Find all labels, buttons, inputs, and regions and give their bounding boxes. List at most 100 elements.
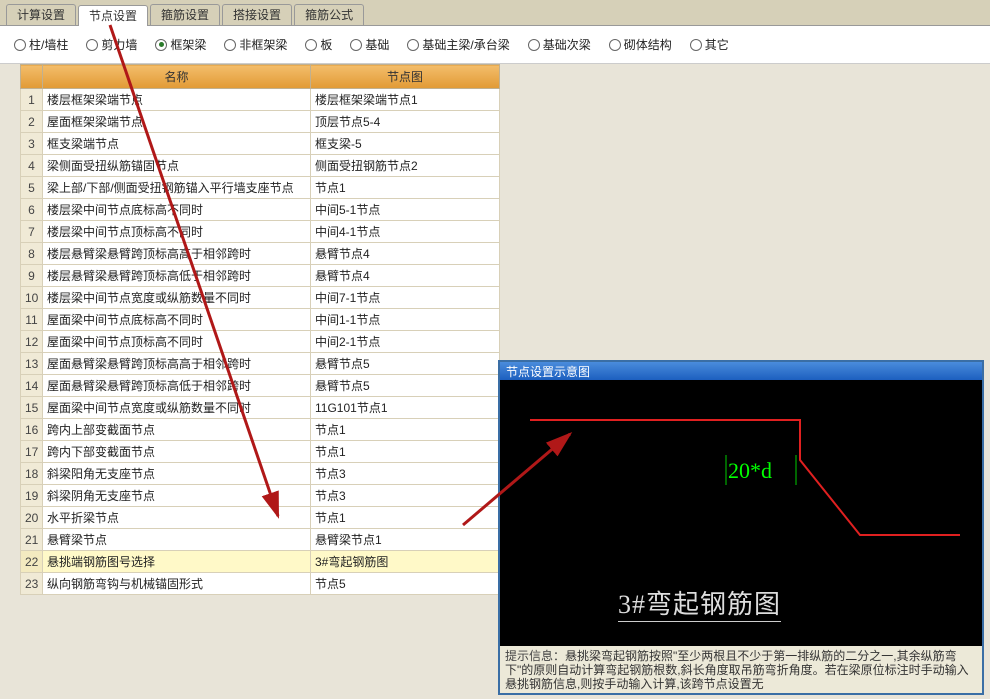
tab-3[interactable]: 搭接设置 — [222, 4, 292, 25]
row-number: 1 — [21, 89, 43, 111]
row-number: 3 — [21, 133, 43, 155]
radio-label: 其它 — [705, 36, 729, 53]
table-row[interactable]: 4梁侧面受扭纵筋锚固节点侧面受扭钢筋节点2 — [21, 155, 500, 177]
row-name-cell: 斜梁阳角无支座节点 — [43, 463, 311, 485]
row-name-cell: 楼层悬臂梁悬臂跨顶标高高于相邻跨时 — [43, 243, 311, 265]
table-row[interactable]: 15屋面梁中间节点宽度或纵筋数量不同时11G101节点1 — [21, 397, 500, 419]
table-row[interactable]: 9楼层悬臂梁悬臂跨顶标高低于相邻跨时悬臂节点4 — [21, 265, 500, 287]
radio-9[interactable]: 其它 — [690, 36, 729, 53]
radio-dot-icon — [14, 39, 26, 51]
row-name-cell: 屋面梁中间节点宽度或纵筋数量不同时 — [43, 397, 311, 419]
info-text: 悬挑梁弯起钢筋按照"至少两根且不少于第一排纵筋的二分之一,其余纵筋弯下"的原则自… — [505, 649, 969, 690]
radio-4[interactable]: 板 — [305, 36, 332, 53]
radio-6[interactable]: 基础主梁/承台梁 — [407, 36, 509, 53]
table-row[interactable]: 19斜梁阴角无支座节点节点3 — [21, 485, 500, 507]
row-diagram-cell: 节点1 — [311, 441, 500, 463]
table-row[interactable]: 6楼层梁中间节点底标高不同时中间5-1节点 — [21, 199, 500, 221]
row-number: 22 — [21, 551, 43, 573]
row-diagram-cell: 中间2-1节点 — [311, 331, 500, 353]
row-name-cell: 楼层框架梁端节点 — [43, 89, 311, 111]
row-number: 21 — [21, 529, 43, 551]
row-number: 13 — [21, 353, 43, 375]
row-diagram-cell: 3#弯起钢筋图 — [311, 551, 500, 573]
row-number: 15 — [21, 397, 43, 419]
table-row[interactable]: 2屋面框架梁端节点顶层节点5-4 — [21, 111, 500, 133]
radio-3[interactable]: 非框架梁 — [224, 36, 287, 53]
tab-0[interactable]: 计算设置 — [6, 4, 76, 25]
table-row[interactable]: 22悬挑端钢筋图号选择3#弯起钢筋图 — [21, 551, 500, 573]
table-row[interactable]: 20水平折梁节点节点1 — [21, 507, 500, 529]
row-number: 7 — [21, 221, 43, 243]
row-name-cell: 水平折梁节点 — [43, 507, 311, 529]
radio-dot-icon — [224, 39, 236, 51]
row-number: 17 — [21, 441, 43, 463]
radio-dot-icon — [350, 39, 362, 51]
table-row[interactable]: 11屋面梁中间节点底标高不同时中间1-1节点 — [21, 309, 500, 331]
table-row[interactable]: 3框支梁端节点框支梁-5 — [21, 133, 500, 155]
row-number: 23 — [21, 573, 43, 595]
row-diagram-cell: 中间5-1节点 — [311, 199, 500, 221]
row-diagram-cell: 节点3 — [311, 463, 500, 485]
radio-label: 基础 — [365, 36, 389, 53]
row-name-cell: 屋面悬臂梁悬臂跨顶标高高于相邻跨时 — [43, 353, 311, 375]
radio-0[interactable]: 柱/墙柱 — [14, 36, 68, 53]
preview-caption: 3#弯起钢筋图 — [618, 584, 781, 622]
table-row[interactable]: 21悬臂梁节点悬臂梁节点1 — [21, 529, 500, 551]
table-row[interactable]: 14屋面悬臂梁悬臂跨顶标高低于相邻跨时悬臂节点5 — [21, 375, 500, 397]
col-num-header — [21, 65, 43, 89]
row-number: 9 — [21, 265, 43, 287]
row-diagram-cell: 框支梁-5 — [311, 133, 500, 155]
tab-4[interactable]: 箍筋公式 — [294, 4, 364, 25]
row-number: 20 — [21, 507, 43, 529]
row-number: 6 — [21, 199, 43, 221]
table-row[interactable]: 13屋面悬臂梁悬臂跨顶标高高于相邻跨时悬臂节点5 — [21, 353, 500, 375]
radio-7[interactable]: 基础次梁 — [528, 36, 591, 53]
row-name-cell: 屋面框架梁端节点 — [43, 111, 311, 133]
info-label: 提示信息： — [505, 649, 565, 663]
table-row[interactable]: 1楼层框架梁端节点楼层框架梁端节点1 — [21, 89, 500, 111]
row-diagram-cell: 节点1 — [311, 419, 500, 441]
row-number: 8 — [21, 243, 43, 265]
node-table[interactable]: 名称 节点图 1楼层框架梁端节点楼层框架梁端节点12屋面框架梁端节点顶层节点5-… — [20, 64, 500, 595]
table-row[interactable]: 10楼层梁中间节点宽度或纵筋数量不同时中间7-1节点 — [21, 287, 500, 309]
row-name-cell: 楼层梁中间节点顶标高不同时 — [43, 221, 311, 243]
radio-dot-icon — [86, 39, 98, 51]
table-row[interactable]: 17跨内下部变截面节点节点1 — [21, 441, 500, 463]
tab-2[interactable]: 箍筋设置 — [150, 4, 220, 25]
table-row[interactable]: 16跨内上部变截面节点节点1 — [21, 419, 500, 441]
table-row[interactable]: 23纵向钢筋弯钩与机械锚固形式节点5 — [21, 573, 500, 595]
radio-label: 框架梁 — [170, 36, 206, 53]
row-diagram-cell: 节点3 — [311, 485, 500, 507]
row-diagram-cell: 节点1 — [311, 507, 500, 529]
table-row[interactable]: 8楼层悬臂梁悬臂跨顶标高高于相邻跨时悬臂节点4 — [21, 243, 500, 265]
row-name-cell: 屋面悬臂梁悬臂跨顶标高低于相邻跨时 — [43, 375, 311, 397]
tab-1[interactable]: 节点设置 — [78, 5, 148, 26]
measure-label: 20*d — [728, 458, 772, 484]
table-row[interactable]: 7楼层梁中间节点顶标高不同时中间4-1节点 — [21, 221, 500, 243]
radio-label: 非框架梁 — [239, 36, 287, 53]
radio-dot-icon — [155, 39, 167, 51]
row-number: 16 — [21, 419, 43, 441]
row-number: 19 — [21, 485, 43, 507]
radio-dot-icon — [528, 39, 540, 51]
table-row[interactable]: 5梁上部/下部/侧面受扭钢筋锚入平行墙支座节点节点1 — [21, 177, 500, 199]
radio-8[interactable]: 砌体结构 — [609, 36, 672, 53]
table-row[interactable]: 18斜梁阳角无支座节点节点3 — [21, 463, 500, 485]
row-number: 14 — [21, 375, 43, 397]
radio-5[interactable]: 基础 — [350, 36, 389, 53]
type-radio-row: 柱/墙柱 剪力墙 框架梁 非框架梁 板 基础 基础主梁/承台梁 基础次梁 砌体结构 其它 — [0, 26, 990, 64]
row-name-cell: 斜梁阴角无支座节点 — [43, 485, 311, 507]
radio-dot-icon — [609, 39, 621, 51]
radio-2[interactable]: 框架梁 — [155, 36, 206, 53]
table-row[interactable]: 12屋面梁中间节点顶标高不同时中间2-1节点 — [21, 331, 500, 353]
preview-window: 节点设置示意图 20*d 3#弯起钢筋图 提示信息：悬挑梁弯起钢筋按照"至少两根… — [498, 360, 984, 695]
row-diagram-cell: 中间7-1节点 — [311, 287, 500, 309]
radio-1[interactable]: 剪力墙 — [86, 36, 137, 53]
row-diagram-cell: 中间4-1节点 — [311, 221, 500, 243]
preview-info: 提示信息：悬挑梁弯起钢筋按照"至少两根且不少于第一排纵筋的二分之一,其余纵筋弯下… — [500, 646, 982, 690]
radio-label: 剪力墙 — [101, 36, 137, 53]
row-diagram-cell: 节点1 — [311, 177, 500, 199]
row-name-cell: 跨内下部变截面节点 — [43, 441, 311, 463]
row-number: 10 — [21, 287, 43, 309]
col-diagram-header: 节点图 — [311, 65, 500, 89]
